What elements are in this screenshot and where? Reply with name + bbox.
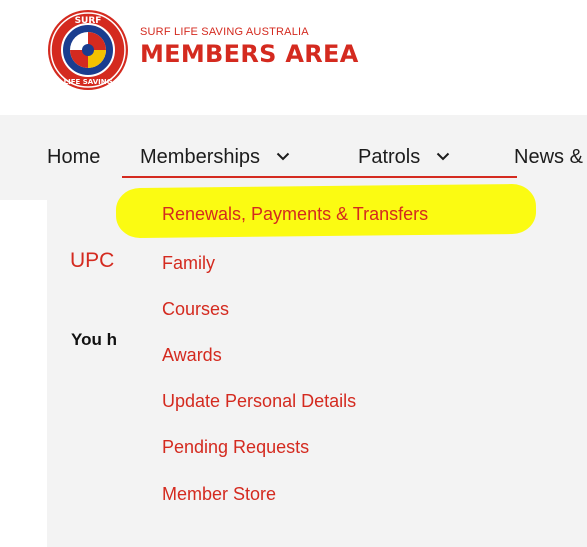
- brand: SURF LIFE SAVING AUSTRALIA MEMBERS AREA: [140, 26, 359, 68]
- nav-news-label: News &: [514, 146, 583, 168]
- menu-item-awards[interactable]: Awards: [162, 345, 222, 366]
- svg-text:LIFE SAVING: LIFE SAVING: [64, 78, 113, 86]
- main-nav: Home Memberships Patrols News &: [0, 130, 587, 176]
- section-text: You h: [71, 330, 117, 349]
- nav-news[interactable]: News &: [514, 146, 583, 169]
- menu-item-family[interactable]: Family: [162, 253, 215, 274]
- brand-title: MEMBERS AREA: [140, 40, 359, 68]
- section-heading: UPC: [70, 249, 115, 272]
- chevron-down-icon: [276, 152, 289, 161]
- menu-item-pending-requests[interactable]: Pending Requests: [162, 437, 309, 458]
- menu-item-member-store[interactable]: Member Store: [162, 484, 276, 505]
- nav-patrols-label: Patrols: [358, 146, 421, 168]
- menu-item-courses[interactable]: Courses: [162, 299, 229, 320]
- nav-memberships-label: Memberships: [140, 146, 261, 168]
- nav-patrols[interactable]: Patrols: [358, 146, 450, 169]
- nav-home[interactable]: Home: [47, 146, 100, 169]
- svg-text:SURF: SURF: [75, 16, 102, 26]
- nav-home-label: Home: [47, 146, 101, 168]
- chevron-down-icon: [436, 152, 450, 161]
- nav-memberships[interactable]: Memberships: [140, 146, 290, 169]
- menu-item-update-personal-details[interactable]: Update Personal Details: [162, 391, 356, 412]
- brand-subtitle: SURF LIFE SAVING AUSTRALIA: [140, 26, 309, 38]
- menu-item-renewals[interactable]: Renewals, Payments & Transfers: [162, 204, 428, 225]
- surf-life-saving-logo[interactable]: SURF LIFE SAVING: [47, 9, 129, 91]
- active-nav-underline: [122, 176, 517, 178]
